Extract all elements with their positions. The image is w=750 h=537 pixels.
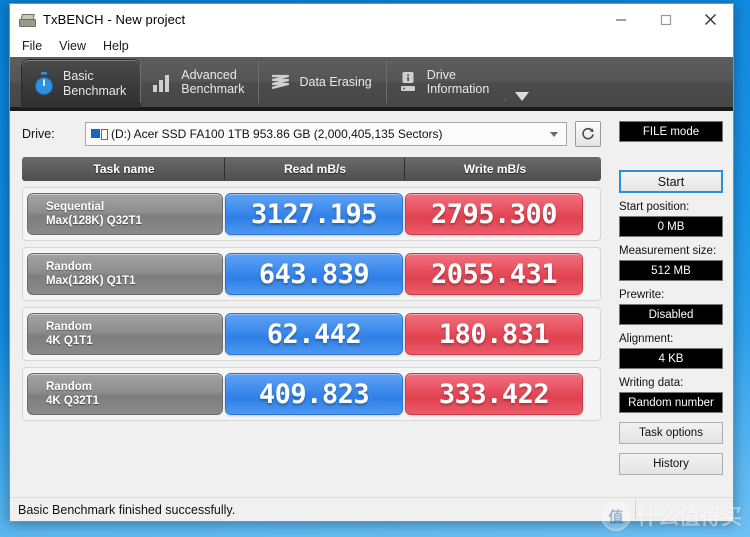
menu-item-help[interactable]: Help [103,37,138,55]
drive-row: Drive: (D:) Acer SSD FA100 1TB 953.86 GB… [22,121,611,147]
tab-data-erasing-label: Data Erasing [299,74,372,89]
disk-icon [91,128,108,140]
read-result-cell: 3127.195 [225,193,403,235]
task-name-cell[interactable]: Random Max(128K) Q1T1 [27,253,223,295]
read-value: 62.442 [266,318,362,350]
table-row: Random 4K Q1T1 62.442 180.831 [22,307,601,361]
prewrite-value[interactable]: Disabled [619,304,723,325]
stopwatch-icon [35,71,53,95]
column-header-task-name: Task name [93,162,155,176]
maximize-button[interactable] [643,4,688,35]
task-name-line2: 4K Q32T1 [46,395,100,407]
task-name-line1: Random [46,321,92,333]
refresh-drives-button[interactable] [575,121,601,147]
write-value: 180.831 [438,318,550,350]
read-result-cell: 409.823 [225,373,403,415]
write-result-cell: 333.422 [405,373,583,415]
tab-basic-benchmark[interactable]: Basic Benchmark [22,60,141,107]
tab-advanced-benchmark-label: Advanced Benchmark [181,67,245,97]
drive-info-icon [400,72,415,91]
write-result-cell: 2795.300 [405,193,583,235]
window-title: TxBENCH - New project [43,12,186,27]
history-button[interactable]: History [619,453,723,475]
title-bar: TxBENCH - New project [10,4,733,35]
task-name-line2: Max(128K) Q32T1 [46,215,142,227]
tab-advanced-benchmark[interactable]: Advanced Benchmark [140,57,258,107]
status-bar: Basic Benchmark finished successfully. [10,497,733,521]
table-row: Random 4K Q32T1 409.823 333.422 [22,367,601,421]
file-mode-button[interactable]: FILE mode [619,121,723,142]
task-name-cell[interactable]: Random 4K Q32T1 [27,373,223,415]
task-name-cell[interactable]: Random 4K Q1T1 [27,313,223,355]
write-value: 2055.431 [430,258,558,290]
column-header-read: Read mB/s [224,158,404,180]
write-result-cell: 2055.431 [405,253,583,295]
measurement-size-value[interactable]: 512 MB [619,260,723,281]
refresh-icon [582,127,594,140]
menu-bar: File View Help [10,35,733,57]
task-name-cell[interactable]: Sequential Max(128K) Q32T1 [27,193,223,235]
read-value: 3127.195 [250,198,378,230]
read-value: 643.839 [258,258,370,290]
drive-label: Drive: [22,127,55,141]
close-icon [705,14,716,25]
bar-chart-icon [153,75,170,92]
table-row: Sequential Max(128K) Q32T1 3127.195 2795… [22,187,601,241]
results-table: Task name Read mB/s Write mB/s Sequentia… [22,157,611,421]
drive-select[interactable]: (D:) Acer SSD FA100 1TB 953.86 GB (2,000… [85,122,567,146]
tab-drive-information[interactable]: Drive Information [385,57,504,107]
measurement-size-label: Measurement size: [619,245,717,257]
close-button[interactable] [688,4,733,35]
start-position-label: Start position: [619,201,690,213]
status-divider [635,500,636,519]
chevron-down-icon [515,92,530,101]
task-name-line1: Sequential [46,201,105,213]
drive-selected-value: (D:) Acer SSD FA100 1TB 953.86 GB (2,000… [111,127,443,141]
write-value: 2795.300 [430,198,558,230]
menu-item-file[interactable]: File [22,37,51,55]
options-panel: FILE mode Start Start position: 0 MB Mea… [611,111,733,497]
tab-basic-benchmark-label: Basic Benchmark [63,69,127,98]
task-name-line2: Max(128K) Q1T1 [46,275,136,287]
read-result-cell: 62.442 [225,313,403,355]
tab-data-erasing[interactable]: Data Erasing [258,57,385,107]
minimize-icon [615,19,626,20]
task-name-line1: Random [46,381,92,393]
app-icon [18,12,36,28]
status-message: Basic Benchmark finished successfully. [18,502,236,517]
column-header-write: Write mB/s [404,158,584,180]
tab-strip: Basic Benchmark Advanced Benchmark Data Er… [10,57,733,111]
read-result-cell: 643.839 [225,253,403,295]
writing-data-value[interactable]: Random number [619,392,723,413]
minimize-button[interactable] [598,4,643,35]
chevron-down-icon [550,131,558,137]
alignment-value[interactable]: 4 KB [619,348,723,369]
write-result-cell: 180.831 [405,313,583,355]
start-button[interactable]: Start [619,170,723,193]
alignment-label: Alignment: [619,333,674,345]
benchmark-column: Drive: (D:) Acer SSD FA100 1TB 953.86 GB… [10,111,611,497]
results-table-header: Task name Read mB/s Write mB/s [22,157,601,181]
tab-drive-information-label: Drive Information [426,67,490,97]
read-value: 409.823 [258,378,370,410]
menu-item-view[interactable]: View [59,37,95,55]
window-controls [598,4,733,35]
task-name-line1: Random [46,261,92,273]
table-row: Random Max(128K) Q1T1 643.839 2055.431 [22,247,601,301]
task-name-line2: 4K Q1T1 [46,335,93,347]
start-position-value[interactable]: 0 MB [619,216,723,237]
shredder-icon [272,74,290,90]
txbench-window: TxBENCH - New project File View Help Bas… [9,3,734,522]
prewrite-label: Prewrite: [619,289,665,301]
tab-overflow-button[interactable] [505,92,535,107]
maximize-icon [660,14,671,25]
write-value: 333.422 [438,378,550,410]
writing-data-label: Writing data: [619,377,684,389]
main-content: Drive: (D:) Acer SSD FA100 1TB 953.86 GB… [10,111,733,497]
task-options-button[interactable]: Task options [619,422,723,444]
